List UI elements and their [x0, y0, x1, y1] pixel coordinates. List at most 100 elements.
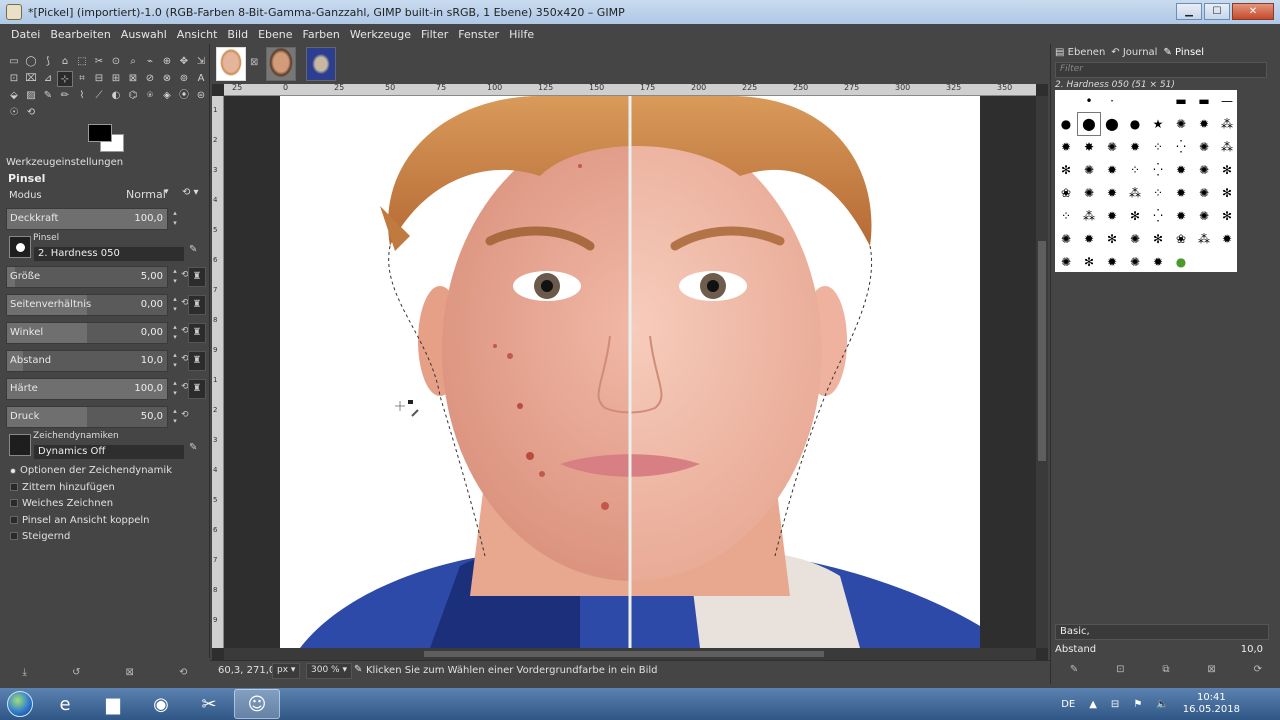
restore-options-icon[interactable]: ↺	[72, 667, 80, 678]
brush-spacing-row[interactable]: Abstand 10,0	[1055, 644, 1269, 660]
tool-icon-2[interactable]: ⟆	[40, 54, 56, 70]
dynamics-thumb-icon[interactable]	[9, 434, 31, 456]
start-button[interactable]	[0, 688, 40, 720]
brush-preset-icon[interactable]: ✺	[1055, 228, 1077, 250]
unit-select[interactable]: px ▾	[272, 663, 301, 679]
brush-preset-icon[interactable]: ✻	[1216, 159, 1238, 181]
brush-preset-icon[interactable]: ✺	[1193, 182, 1215, 204]
opacity-slider[interactable]: Deckkraft 100,0	[6, 208, 168, 230]
hardness-spin-icon[interactable]: ▴ ▾	[170, 378, 180, 400]
brush-preset-icon[interactable]: ·	[1101, 90, 1123, 112]
new-brush-icon[interactable]: ⊡	[1116, 664, 1124, 675]
brush-spacing-value[interactable]: 10,0	[1241, 644, 1263, 655]
fg-bg-colors[interactable]	[88, 124, 128, 154]
tool-icon-34[interactable]: ⦿	[176, 88, 192, 104]
tool-icon-22[interactable]: ⊚	[176, 71, 192, 87]
brush-preset-icon[interactable]: ✹	[1170, 182, 1192, 204]
tool-icon-27[interactable]: ✏	[57, 88, 73, 104]
menu-fenster[interactable]: Fenster	[453, 28, 504, 41]
ruler-vertical[interactable]: 1 2 3 4 5 6 7 8 9 1 2 3 4 5 6 7 8 9	[212, 96, 224, 648]
vertical-scroll-thumb[interactable]	[1038, 241, 1046, 461]
size-slider[interactable]: Größe 5,00	[6, 266, 168, 288]
tool-icon-3[interactable]: ⌂	[57, 54, 73, 70]
brush-preset-icon[interactable]: ⁂	[1078, 205, 1100, 227]
brush-preset-icon[interactable]: ✺	[1193, 159, 1215, 181]
checkbox-icon[interactable]	[10, 499, 18, 507]
brush-preset-icon[interactable]: ✹	[1147, 251, 1169, 273]
angle-spin-icon[interactable]: ▴ ▾	[170, 322, 180, 344]
menu-hilfe[interactable]: Hilfe	[504, 28, 539, 41]
brush-preset-icon[interactable]: ⁛	[1170, 136, 1192, 158]
brush-preset-icon[interactable]: ✹	[1101, 205, 1123, 227]
vertical-scrollbar[interactable]	[1036, 96, 1048, 648]
tool-icon-7[interactable]: ⌕	[125, 54, 141, 70]
brush-preset-icon[interactable]: ⁂	[1124, 182, 1146, 204]
tool-icon-5[interactable]: ✂	[91, 54, 107, 70]
menu-bild[interactable]: Bild	[222, 28, 253, 41]
foreground-color-swatch[interactable]	[88, 124, 112, 142]
tool-icon-30[interactable]: ◐	[108, 88, 124, 104]
brush-preset-icon[interactable]: ✻	[1124, 205, 1146, 227]
menu-filter[interactable]: Filter	[416, 28, 453, 41]
mode-reset-icon[interactable]: ⟲ ▾	[182, 187, 199, 198]
tool-icon-10[interactable]: ✥	[176, 54, 192, 70]
tool-icon-21[interactable]: ⊗	[159, 71, 175, 87]
tool-icon-26[interactable]: ✎	[40, 88, 56, 104]
tool-icon-8[interactable]: ⌁	[142, 54, 158, 70]
tool-icon-4[interactable]: ⬚	[74, 54, 90, 70]
tool-icon-11[interactable]: ⇲	[193, 54, 209, 70]
brush-filter-input[interactable]: Filter	[1055, 62, 1267, 78]
force-reset-icon[interactable]: ⟲	[181, 410, 189, 420]
hardness-value[interactable]: 100,0	[134, 383, 163, 394]
brush-preset-icon[interactable]: ⁘	[1147, 182, 1169, 204]
tool-icon-23[interactable]: A	[193, 71, 209, 87]
brush-preset-icon[interactable]: ✹	[1124, 136, 1146, 158]
brush-preset-icon[interactable]: ✸	[1078, 136, 1100, 158]
clock[interactable]: 10:41 16.05.2018	[1183, 692, 1240, 716]
menu-ansicht[interactable]: Ansicht	[172, 28, 223, 41]
brush-edit-icon[interactable]: ✎	[189, 244, 203, 260]
size-value[interactable]: 5,00	[141, 271, 163, 282]
brush-preset-icon[interactable]: ✺	[1170, 113, 1192, 135]
brush-preset-icon[interactable]: ✹	[1078, 228, 1100, 250]
brush-preset-icon[interactable]: ✹	[1101, 159, 1123, 181]
brush-preset-icon[interactable]: ✻	[1055, 159, 1077, 181]
brush-preset-icon[interactable]: ✺	[1055, 251, 1077, 273]
maximize-button[interactable]: ☐	[1204, 3, 1230, 20]
brush-preset-icon[interactable]: ✹	[1193, 113, 1215, 135]
tool-icon-33[interactable]: ◈	[159, 88, 175, 104]
tab-ebenen[interactable]: ▤ Ebenen	[1055, 47, 1105, 58]
horizontal-scroll-thumb[interactable]	[424, 651, 824, 657]
checkbox-icon[interactable]	[10, 482, 18, 491]
file-explorer-icon[interactable]: ▆	[90, 689, 136, 719]
brush-preset-icon[interactable]: ✹	[1055, 136, 1077, 158]
menu-auswahl[interactable]: Auswahl	[116, 28, 172, 41]
brush-preset-icon[interactable]: ❀	[1170, 228, 1192, 250]
network-icon[interactable]: ⊟	[1111, 699, 1119, 710]
tool-icon-20[interactable]: ⊘	[142, 71, 158, 87]
tool-icon-31[interactable]: ⌬	[125, 88, 141, 104]
volume-icon[interactable]: 🔈	[1156, 699, 1168, 710]
close-button[interactable]: ✕	[1232, 3, 1274, 20]
brush-preset-icon[interactable]: ⁂	[1216, 136, 1238, 158]
brush-preset-icon[interactable]	[1147, 90, 1169, 112]
brush-preset-icon[interactable]: ✹	[1170, 205, 1192, 227]
duplicate-brush-icon[interactable]: ⧉	[1162, 664, 1169, 675]
brush-thumb-icon[interactable]	[9, 236, 31, 258]
dynamics-option-2[interactable]: Weiches Zeichnen	[10, 498, 113, 509]
brush-preset-icon[interactable]: ✹	[1101, 182, 1123, 204]
menu-farben[interactable]: Farben	[298, 28, 345, 41]
brush-preset-icon[interactable]: ✺	[1193, 205, 1215, 227]
checkbox-icon[interactable]	[10, 468, 16, 474]
brush-preset-icon[interactable]: •	[1078, 90, 1100, 112]
internet-explorer-icon[interactable]: e	[42, 689, 88, 719]
brush-name-field[interactable]: 2. Hardness 050	[33, 246, 185, 262]
checkbox-icon[interactable]	[10, 515, 18, 524]
force-spin-icon[interactable]: ▴ ▾	[170, 406, 180, 428]
tray-arrow-icon[interactable]: ▲	[1089, 699, 1097, 710]
brush-preset-icon[interactable]: ▬	[1193, 90, 1215, 112]
tool-icon-32[interactable]: ⍟	[142, 88, 158, 104]
gimp-taskbar-icon[interactable]: ☺	[234, 689, 280, 719]
tool-icon-9[interactable]: ⊕	[159, 54, 175, 70]
tool-icon-28[interactable]: ⌇	[74, 88, 90, 104]
